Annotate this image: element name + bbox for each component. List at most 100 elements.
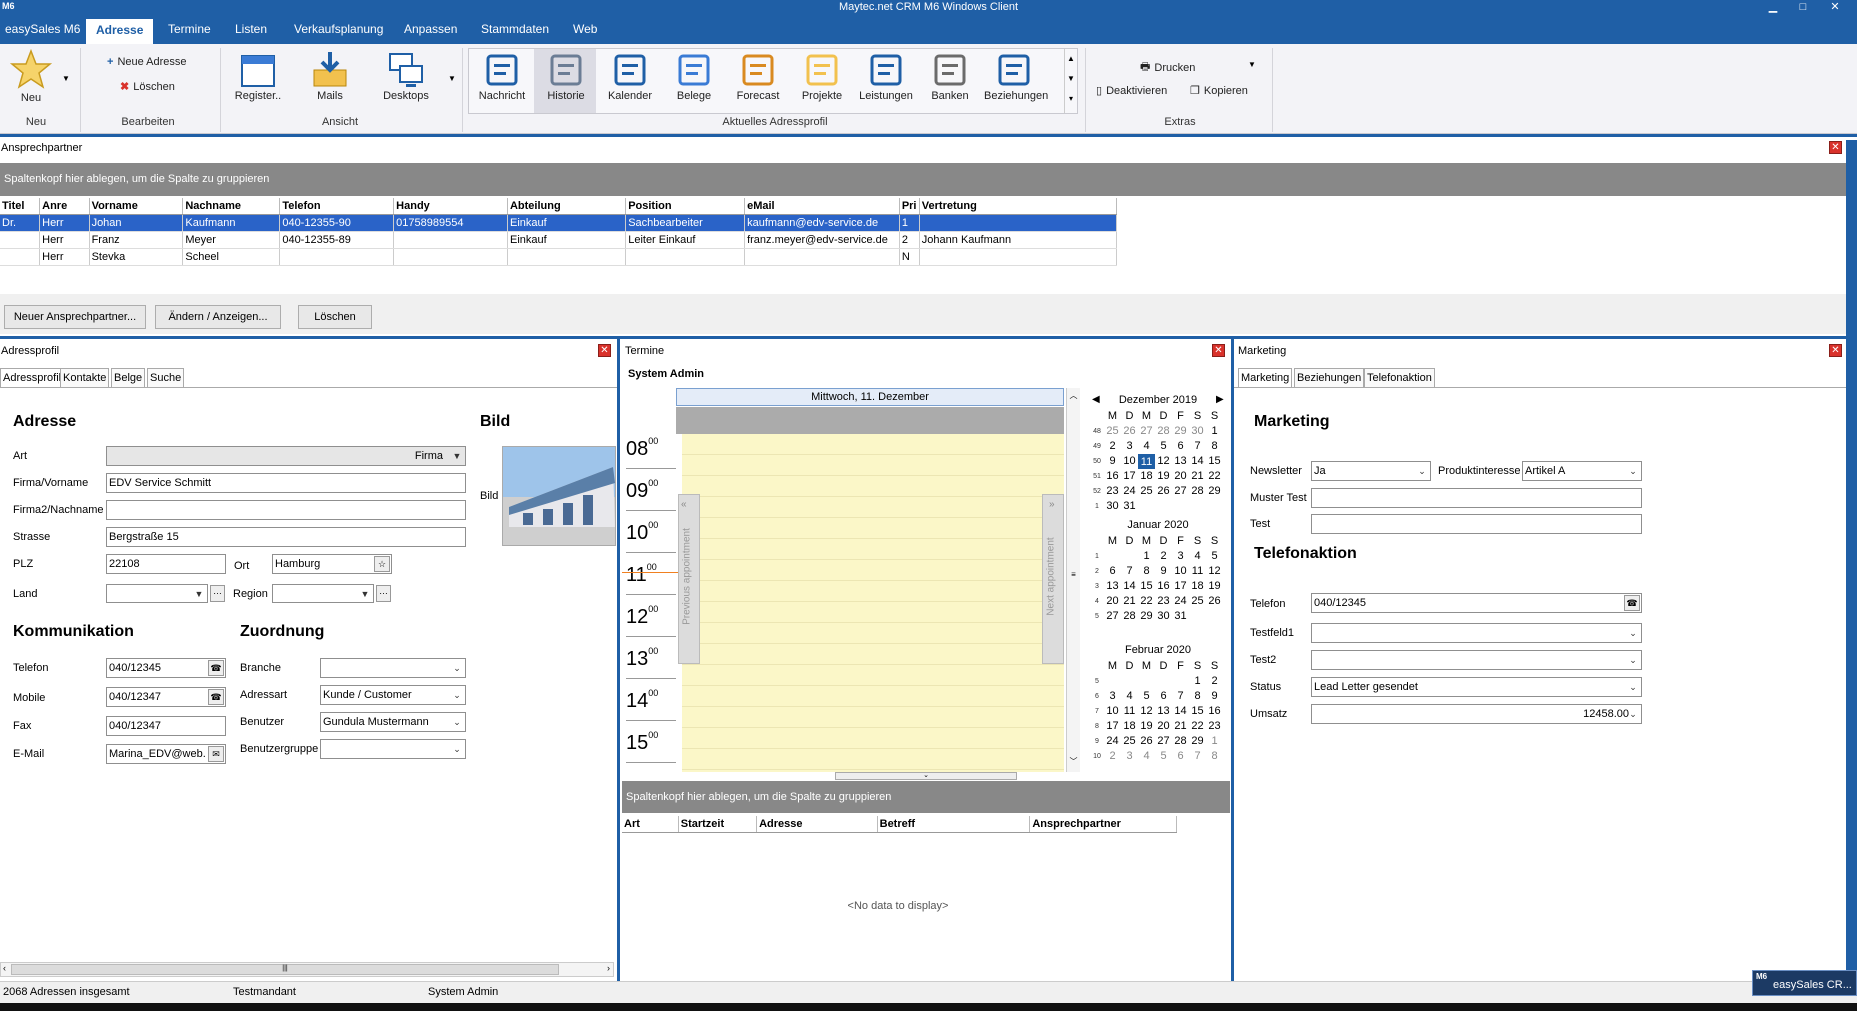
email-input[interactable]: Marina_EDV@web. ✉ bbox=[106, 744, 226, 764]
calendar-day[interactable]: 5 bbox=[1206, 549, 1223, 564]
day-header[interactable]: Mittwoch, 11. Dezember bbox=[676, 388, 1064, 406]
minimize-button[interactable]: ▁ bbox=[1760, 0, 1786, 14]
calendar-day[interactable]: 12 bbox=[1206, 564, 1223, 579]
ort-input[interactable]: Hamburg ☆ bbox=[272, 554, 392, 574]
calendar-day[interactable]: 25 bbox=[1138, 484, 1155, 499]
neuer-ansprechpartner-button[interactable]: Neuer Ansprechpartner... bbox=[4, 305, 146, 329]
calendar-day[interactable]: 18 bbox=[1189, 579, 1206, 594]
calendar-day[interactable]: 19 bbox=[1138, 719, 1155, 734]
column-header[interactable]: Vertretung bbox=[919, 198, 1118, 215]
calendar-day[interactable]: 5 bbox=[1138, 689, 1155, 704]
calendar-day[interactable]: 21 bbox=[1121, 594, 1138, 609]
profil-kalender-button[interactable]: Kalender bbox=[600, 50, 660, 102]
telefon-input[interactable]: 040/12345 ☎ bbox=[106, 658, 226, 678]
calendar-day[interactable]: 2 bbox=[1104, 749, 1121, 764]
calendar-day[interactable]: 25 bbox=[1104, 424, 1121, 439]
calendar-day[interactable]: 3 bbox=[1172, 549, 1189, 564]
calendar-day[interactable] bbox=[1206, 499, 1223, 514]
ansprechpartner-close-button[interactable]: ✕ bbox=[1829, 141, 1842, 154]
calendar-day[interactable]: 14 bbox=[1172, 704, 1189, 719]
calendar-day[interactable]: 28 bbox=[1121, 609, 1138, 624]
calendar-day[interactable] bbox=[1189, 609, 1206, 624]
calendar-day[interactable]: 27 bbox=[1155, 734, 1172, 749]
calendar-day[interactable]: 3 bbox=[1104, 689, 1121, 704]
calendar-day[interactable]: 4 bbox=[1121, 689, 1138, 704]
calendar-day[interactable]: 27 bbox=[1138, 424, 1155, 439]
calendar-day[interactable]: 13 bbox=[1104, 579, 1121, 594]
calendar-day[interactable]: 11 bbox=[1189, 564, 1206, 579]
calendar-day[interactable]: 9 bbox=[1104, 454, 1121, 469]
tab-suche[interactable]: Suche bbox=[147, 368, 185, 387]
column-header[interactable]: Art bbox=[622, 816, 679, 833]
firma2-input[interactable] bbox=[106, 500, 466, 520]
calendar-day[interactable]: 5 bbox=[1155, 749, 1172, 764]
menu-stammdaten[interactable]: Stammdaten bbox=[481, 20, 549, 38]
calendar-day[interactable]: 29 bbox=[1189, 734, 1206, 749]
calendar-day[interactable]: 13 bbox=[1172, 454, 1189, 469]
calendar-day[interactable]: 8 bbox=[1206, 439, 1223, 454]
calendar-day[interactable]: 6 bbox=[1172, 749, 1189, 764]
neue-adresse-button[interactable]: + Neue Adresse bbox=[107, 56, 187, 68]
menu-adresse[interactable]: Adresse bbox=[86, 19, 154, 44]
prev-month-arrow-icon[interactable]: ◀ bbox=[1092, 394, 1100, 405]
calendar-day[interactable]: 10 bbox=[1121, 454, 1138, 469]
column-header[interactable]: Pri bbox=[899, 198, 920, 215]
column-header[interactable]: Position bbox=[625, 198, 746, 215]
calendar-day[interactable]: 30 bbox=[1155, 609, 1172, 624]
calendar-day[interactable]: 15 bbox=[1138, 579, 1155, 594]
calendar-day[interactable]: 7 bbox=[1121, 564, 1138, 579]
calendar-day[interactable]: 31 bbox=[1121, 499, 1138, 514]
tab-marketing[interactable]: Marketing bbox=[1238, 368, 1293, 387]
calendar-day[interactable]: 26 bbox=[1138, 734, 1155, 749]
profil-forecast-button[interactable]: Forecast bbox=[728, 50, 788, 102]
firma-input[interactable]: EDV Service Schmitt bbox=[106, 473, 466, 493]
allday-area[interactable] bbox=[676, 407, 1064, 434]
tab-telefonaktion[interactable]: Telefonaktion bbox=[1364, 368, 1435, 387]
branche-select[interactable]: ⌄ bbox=[320, 658, 466, 678]
phone-icon[interactable]: ☎ bbox=[208, 660, 224, 676]
calendar-day[interactable]: 8 bbox=[1206, 749, 1223, 764]
calendar-day[interactable]: 10 bbox=[1172, 564, 1189, 579]
calendar-day[interactable]: 13 bbox=[1155, 704, 1172, 719]
calendar-day[interactable]: 22 bbox=[1189, 719, 1206, 734]
termine-group-panel[interactable]: Spaltenkopf hier ablegen, um die Spalte … bbox=[622, 781, 1230, 813]
calendar-day[interactable]: 7 bbox=[1189, 439, 1206, 454]
kopieren-button[interactable]: ❐ Kopieren bbox=[1190, 84, 1248, 98]
profil-historie-button[interactable]: Historie bbox=[536, 50, 596, 102]
phone-icon[interactable]: ☎ bbox=[208, 689, 224, 705]
produktinteresse-select[interactable]: Artikel A ⌄ bbox=[1522, 461, 1642, 481]
calendar-day[interactable]: 9 bbox=[1206, 689, 1223, 704]
aendern-anzeigen-button[interactable]: Ändern / Anzeigen... bbox=[155, 305, 281, 329]
calendar-day[interactable]: 24 bbox=[1104, 734, 1121, 749]
mails-button[interactable]: Mails bbox=[302, 50, 358, 102]
drucken-dropdown-icon[interactable]: ▼ bbox=[1248, 60, 1256, 69]
calendar-day[interactable]: 18 bbox=[1121, 719, 1138, 734]
table-row[interactable]: Dr. Herr Johan Kaufmann 040-12355-90 01758989… bbox=[0, 214, 1118, 232]
calendar-day[interactable] bbox=[1172, 674, 1189, 689]
testfeld1-select[interactable]: ⌄ bbox=[1311, 623, 1642, 643]
calendar-day[interactable]: 11 bbox=[1138, 454, 1155, 469]
neu-button[interactable]: Neu bbox=[6, 48, 56, 104]
calendar-day[interactable] bbox=[1121, 674, 1138, 689]
calendar-day[interactable]: 17 bbox=[1172, 579, 1189, 594]
calendar-day[interactable]: 7 bbox=[1172, 689, 1189, 704]
calendar-day[interactable]: 20 bbox=[1104, 594, 1121, 609]
table-row[interactable]: Herr Stevka Scheel N bbox=[0, 248, 1118, 266]
calendar-day[interactable]: 3 bbox=[1121, 749, 1138, 764]
horizontal-scrollbar[interactable]: ‹ ||| › bbox=[0, 962, 614, 977]
company-image[interactable] bbox=[502, 446, 616, 546]
calendar-day[interactable]: 26 bbox=[1206, 594, 1223, 609]
taskbar-app-button[interactable]: M6 easySales CR... bbox=[1752, 970, 1857, 996]
calendar-day[interactable]: 6 bbox=[1155, 689, 1172, 704]
calendar-day[interactable]: 4 bbox=[1138, 439, 1155, 454]
column-header[interactable]: Vorname bbox=[89, 198, 184, 215]
tab-beziehungen[interactable]: Beziehungen bbox=[1294, 368, 1365, 387]
desktops-dropdown-icon[interactable]: ▼ bbox=[448, 74, 456, 83]
profil-nachricht-button[interactable]: Nachricht bbox=[472, 50, 532, 102]
calendar-day[interactable]: 14 bbox=[1189, 454, 1206, 469]
calendar-day[interactable]: 30 bbox=[1104, 499, 1121, 514]
mobile-input[interactable]: 040/12347 ☎ bbox=[106, 687, 226, 707]
calendar-day[interactable]: 20 bbox=[1172, 469, 1189, 484]
menu-anpassen[interactable]: Anpassen bbox=[404, 20, 457, 38]
column-header[interactable]: Handy bbox=[393, 198, 508, 215]
